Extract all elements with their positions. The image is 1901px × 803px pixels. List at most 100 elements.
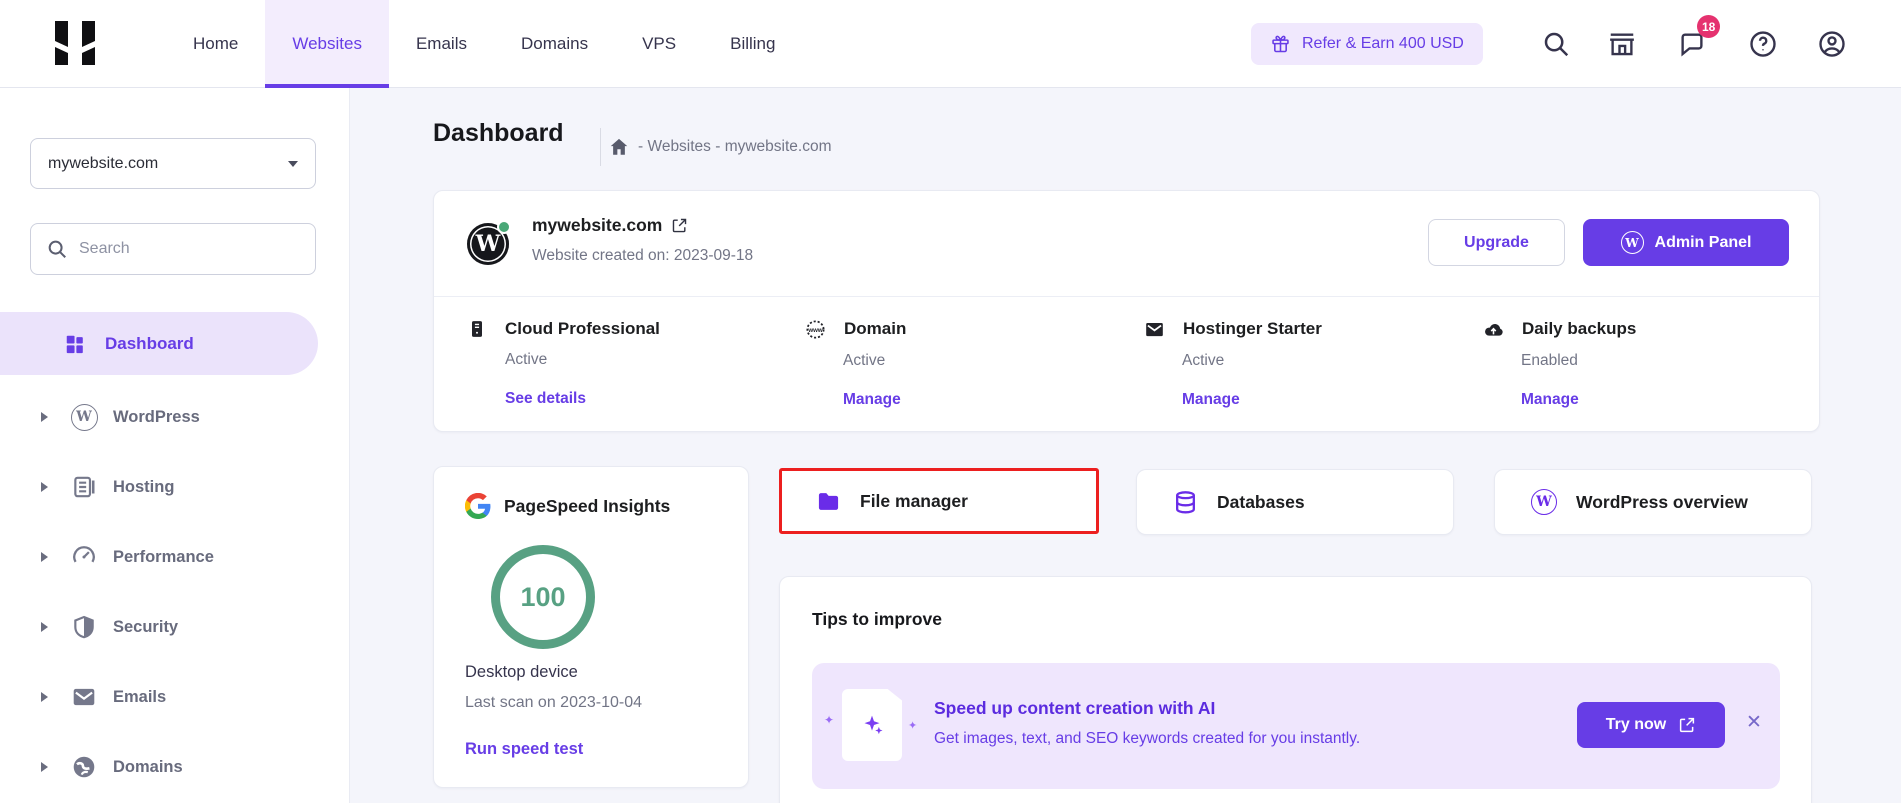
sidebar-item-hosting[interactable]: Hosting [0,452,350,522]
mail-icon [69,684,99,710]
help-icon[interactable] [1748,29,1778,59]
hosting-icon [69,474,99,500]
divider [434,296,1819,297]
account-icon[interactable] [1817,29,1847,59]
sidebar-item-dashboard[interactable]: Dashboard [0,312,318,375]
sidebar-item-security[interactable]: Security [0,592,350,662]
try-now-label: Try now [1606,716,1666,734]
search-input[interactable] [79,240,300,258]
status-value: Active [1182,352,1322,370]
breadcrumb: - Websites - mywebsite.com [638,138,832,156]
status-daily-backups: Daily backups Enabled Manage [1483,319,1636,409]
chevron-right-icon [41,412,53,422]
wordpress-icon: W [1531,489,1557,515]
wordpress-icon: W [69,404,99,431]
sidebar-item-label: Dashboard [105,334,194,354]
chevron-right-icon [41,762,53,772]
nav-home[interactable]: Home [166,0,265,88]
status-value: Active [843,352,906,370]
status-hostinger-starter: Hostinger Starter Active Manage [1144,319,1322,409]
see-details-link[interactable]: See details [505,390,660,408]
upgrade-button[interactable]: Upgrade [1428,219,1565,266]
google-icon [465,493,491,519]
run-speed-test-link[interactable]: Run speed test [465,740,583,759]
sidebar-item-label: Hosting [113,478,174,497]
status-cloud-professional: Cloud Professional Active See details [467,319,660,408]
main-content: Dashboard - Websites - mywebsite.com W m… [350,88,1901,803]
store-icon[interactable] [1607,29,1637,59]
site-selector-value: mywebsite.com [48,155,158,173]
folder-icon [816,489,841,514]
chevron-down-icon [288,161,298,172]
nav-emails[interactable]: Emails [389,0,494,88]
top-navbar: Home Websites Emails Domains VPS Billing… [0,0,1901,88]
sparkle-icon: ✦ [908,719,917,732]
manage-link[interactable]: Manage [843,391,906,409]
sidebar-item-label: Domains [113,758,183,777]
chevron-right-icon [41,482,53,492]
database-icon [1173,490,1198,515]
divider [600,128,601,166]
notification-badge: 18 [1697,15,1720,38]
sidebar-item-label: Performance [113,548,214,567]
sidebar-item-domains[interactable]: Domains [0,732,350,802]
status-title: Hostinger Starter [1183,319,1322,339]
pagespeed-score-ring: 100 [491,545,595,649]
main-nav: Home Websites Emails Domains VPS Billing [166,0,802,88]
status-title: Daily backups [1522,319,1636,339]
wordpress-icon: W [1621,231,1644,254]
nav-billing[interactable]: Billing [703,0,802,88]
status-title: Cloud Professional [505,319,660,339]
sidebar-search [30,223,316,275]
admin-panel-button[interactable]: W Admin Panel [1583,219,1789,266]
ai-sparkle-document-icon [842,689,902,761]
www-globe-icon: www [805,319,826,340]
search-icon[interactable] [1541,29,1571,59]
hostinger-logo-icon[interactable] [55,21,97,67]
gift-icon [1270,34,1291,55]
admin-panel-label: Admin Panel [1655,234,1752,252]
close-icon[interactable]: ✕ [1746,713,1762,732]
chevron-right-icon [41,552,53,562]
wordpress-overview-card[interactable]: W WordPress overview [1494,469,1812,535]
tips-title: Tips to improve [812,609,942,630]
nav-websites[interactable]: Websites [265,0,389,88]
ai-promo-banner: ✦ ✦ Speed up content creation with AI Ge… [812,663,1780,789]
external-link-icon[interactable] [671,217,688,234]
nav-vps[interactable]: VPS [615,0,703,88]
home-icon[interactable] [608,136,630,158]
shield-icon [69,614,99,640]
pagespeed-score: 100 [520,582,565,613]
tips-card: Tips to improve ✦ ✦ Speed up content cre… [779,576,1812,803]
manage-link[interactable]: Manage [1182,391,1322,409]
svg-text:www: www [807,327,823,334]
file-manager-label: File manager [860,491,968,512]
try-now-button[interactable]: Try now [1577,702,1725,748]
site-selector-dropdown[interactable]: mywebsite.com [30,138,316,189]
sparkle-icon: ✦ [824,713,834,727]
globe-icon [69,754,99,780]
status-title: Domain [844,319,906,339]
databases-card[interactable]: Databases [1136,469,1454,535]
refer-earn-button[interactable]: Refer & Earn 400 USD [1251,23,1483,65]
status-value: Active [505,351,660,369]
pagespeed-card: PageSpeed Insights 100 Desktop device La… [433,466,749,788]
sidebar-item-wordpress[interactable]: W WordPress [0,382,350,452]
chevron-right-icon [41,622,53,632]
performance-icon [69,544,99,570]
search-icon [46,238,68,260]
sidebar-item-performance[interactable]: Performance [0,522,350,592]
manage-link[interactable]: Manage [1521,391,1636,409]
pagespeed-last-scan: Last scan on 2023-10-04 [465,694,642,712]
refer-earn-label: Refer & Earn 400 USD [1302,35,1464,53]
sidebar-item-emails[interactable]: Emails [0,662,350,732]
page-title: Dashboard [433,119,564,148]
nav-domains[interactable]: Domains [494,0,615,88]
file-manager-card[interactable]: File manager [779,468,1099,534]
sidebar-item-label: Security [113,618,178,637]
cloud-backup-icon [1483,319,1504,340]
sidebar-item-label: WordPress [113,408,200,427]
online-status-dot [497,220,511,234]
sidebar-nav: W WordPress Hosting [0,382,350,802]
website-created-date: Website created on: 2023-09-18 [532,247,753,265]
